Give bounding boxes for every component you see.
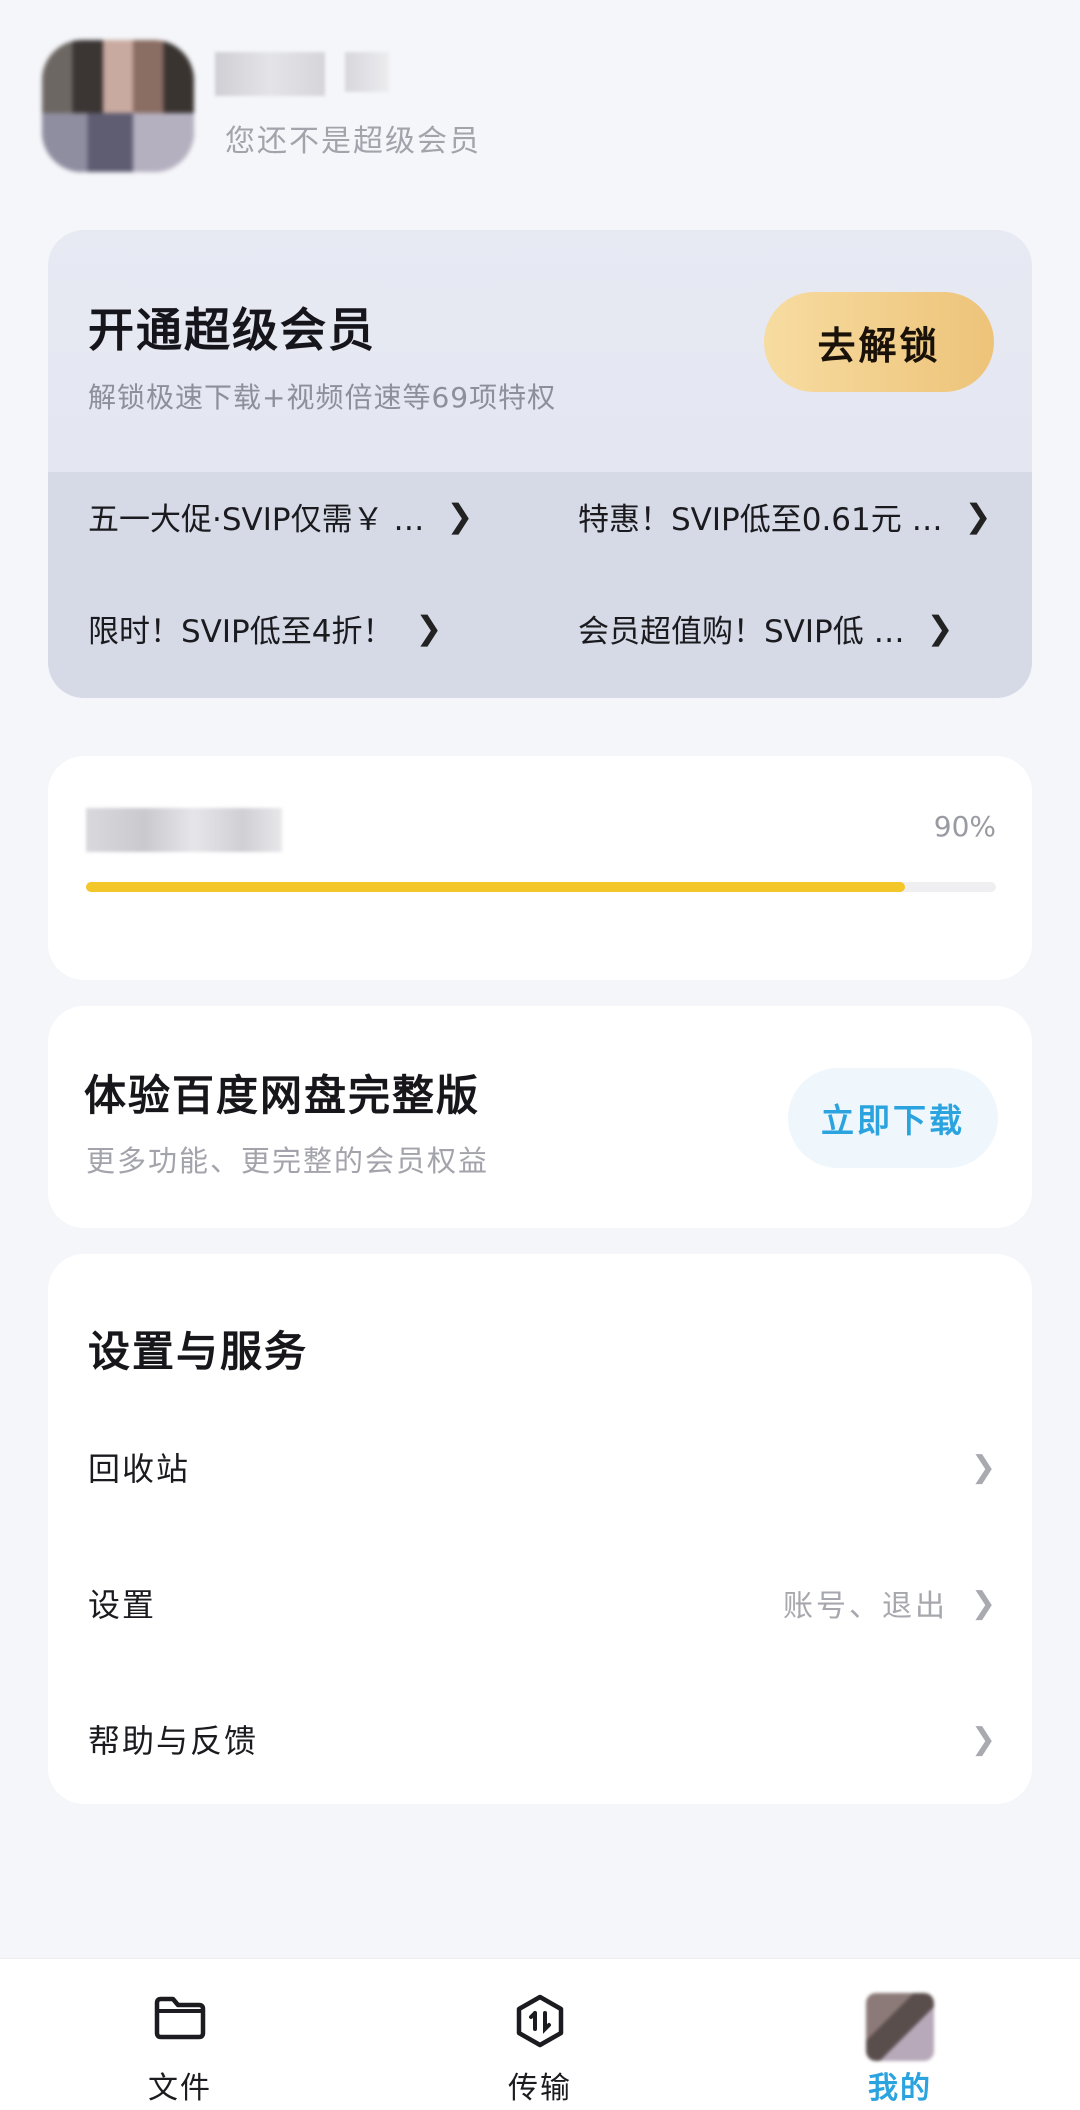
vip-card[interactable]: 开通超级会员 解锁极速下载+视频倍速等69项特权 去解锁 五一大促·SVIP仅需… xyxy=(48,230,1032,698)
storage-card[interactable]: 90% xyxy=(48,756,1032,980)
transfer-icon xyxy=(512,1993,568,2053)
vip-title: 开通超级会员 xyxy=(88,303,376,357)
vip-subtitle: 解锁极速下载+视频倍速等69项特权 xyxy=(88,381,557,414)
member-status-text: 您还不是超级会员 xyxy=(225,124,481,159)
storage-progress-track xyxy=(86,882,996,892)
promo-item[interactable]: 五一大促·SVIP仅需￥ … ❯ xyxy=(88,486,528,546)
settings-item-label: 回收站 xyxy=(88,1450,191,1488)
chevron-right-icon: ❯ xyxy=(446,497,474,535)
download-full-version-card[interactable]: 体验百度网盘完整版 更多功能、更完整的会员权益 立即下载 xyxy=(48,1006,1032,1228)
promo-text: 会员超值购！SVIP低 … xyxy=(578,613,905,650)
profile-header[interactable]: 您还不是超级会员 xyxy=(0,0,1080,200)
tab-label: 传输 xyxy=(508,2071,572,2106)
chevron-right-icon: ❯ xyxy=(970,1721,996,1757)
folder-icon xyxy=(152,1993,208,2047)
chevron-right-icon: ❯ xyxy=(970,1449,996,1485)
unlock-button[interactable]: 去解锁 xyxy=(764,292,994,392)
bottom-tab-bar: 文件 传输 我的 xyxy=(0,1958,1080,2110)
chevron-right-icon: ❯ xyxy=(926,609,954,647)
settings-item-recycle-bin[interactable]: 回收站 ❯ xyxy=(48,1412,1032,1522)
promo-item[interactable]: 特惠！SVIP低至0.61元 … ❯ xyxy=(578,486,996,546)
download-subtitle: 更多功能、更完整的会员权益 xyxy=(86,1144,490,1178)
chevron-right-icon: ❯ xyxy=(970,1585,996,1621)
settings-card: 设置与服务 回收站 ❯ 设置 账号、退出 ❯ 帮助与反馈 ❯ xyxy=(48,1254,1032,1804)
settings-title: 设置与服务 xyxy=(88,1327,309,1376)
promo-item[interactable]: 会员超值购！SVIP低 … ❯ xyxy=(578,598,996,658)
storage-progress-fill xyxy=(86,882,905,892)
promo-text: 五一大促·SVIP仅需￥ … xyxy=(88,501,425,538)
tab-transfer[interactable]: 传输 xyxy=(440,1959,640,2110)
tab-label: 我的 xyxy=(868,2071,932,2106)
download-now-button[interactable]: 立即下载 xyxy=(788,1068,998,1168)
storage-usage-redacted xyxy=(86,808,282,852)
chevron-right-icon: ❯ xyxy=(964,497,992,535)
settings-item-help-feedback[interactable]: 帮助与反馈 ❯ xyxy=(48,1684,1032,1794)
download-title: 体验百度网盘完整版 xyxy=(84,1071,481,1120)
settings-item-settings[interactable]: 设置 账号、退出 ❯ xyxy=(48,1548,1032,1658)
promo-item[interactable]: 限时！SVIP低至4折！ ❯ xyxy=(88,598,528,658)
chevron-right-icon: ❯ xyxy=(415,609,443,647)
tab-mine[interactable]: 我的 xyxy=(800,1959,1000,2110)
promo-text: 限时！SVIP低至4折！ xyxy=(88,613,394,650)
settings-item-label: 帮助与反馈 xyxy=(88,1722,259,1760)
tab-files[interactable]: 文件 xyxy=(80,1959,280,2110)
settings-item-label: 设置 xyxy=(88,1586,157,1624)
avatar[interactable] xyxy=(42,40,194,172)
storage-percent: 90% xyxy=(933,810,996,843)
settings-item-hint: 账号、退出 xyxy=(783,1589,948,1624)
avatar xyxy=(866,1993,934,2061)
username-redacted xyxy=(215,52,325,96)
username-redacted-suffix xyxy=(345,52,389,92)
tab-label: 文件 xyxy=(148,2071,212,2106)
promo-text: 特惠！SVIP低至0.61元 … xyxy=(578,501,943,538)
